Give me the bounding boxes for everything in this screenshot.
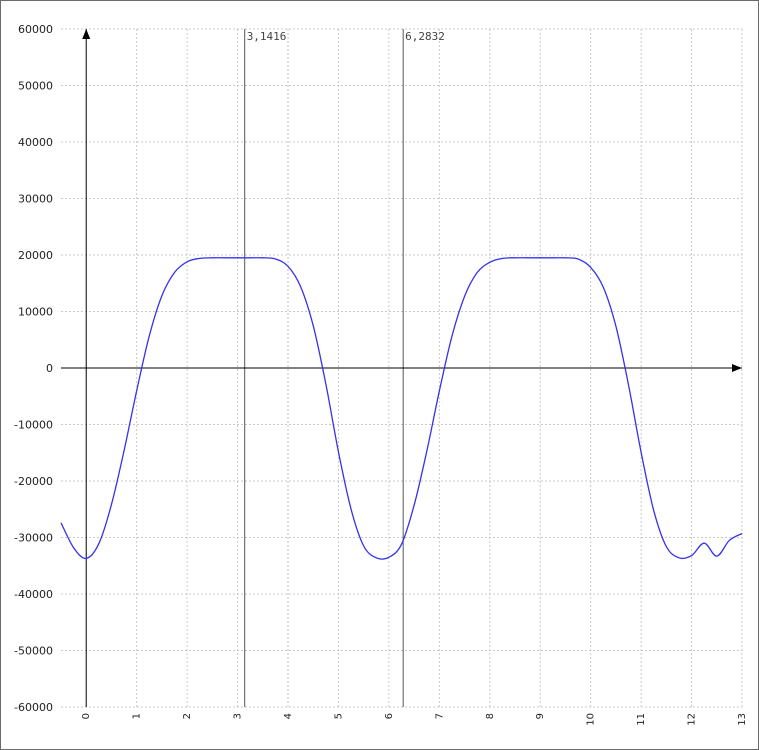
y-tick-label: 40000 bbox=[18, 136, 53, 149]
y-tick-label: 10000 bbox=[18, 306, 53, 319]
x-tick-label: 1 bbox=[132, 713, 143, 719]
y-tick-label: -50000 bbox=[14, 645, 53, 658]
y-tick-label: 20000 bbox=[18, 249, 53, 262]
x-tick-label: 9 bbox=[535, 713, 546, 719]
x-tick-label: 4 bbox=[283, 713, 294, 719]
y-tick-label: -20000 bbox=[14, 475, 53, 488]
x-tick-labels: 0 1 2 3 4 5 6 7 8 9 10 11 12 13 bbox=[81, 713, 748, 726]
x-tick-label: 5 bbox=[333, 713, 344, 719]
marker-label: 3,1416 bbox=[247, 30, 287, 43]
y-tick-label: 0 bbox=[46, 362, 53, 375]
x-tick-label: 2 bbox=[182, 713, 193, 719]
x-tick-label: 6 bbox=[384, 713, 395, 719]
y-tick-label: 50000 bbox=[18, 80, 53, 93]
x-tick-label: 3 bbox=[233, 713, 244, 719]
x-tick-label: 10 bbox=[586, 713, 597, 726]
x-tick-label: 13 bbox=[737, 713, 748, 726]
series bbox=[60, 257, 743, 560]
x-tick-label: 7 bbox=[434, 713, 445, 719]
y-tick-label: 30000 bbox=[18, 193, 53, 206]
y-tick-label: -10000 bbox=[14, 419, 53, 432]
axes bbox=[61, 29, 742, 707]
y-tick-label: 60000 bbox=[18, 23, 53, 36]
x-axis-arrow bbox=[732, 364, 742, 372]
y-tick-label: -60000 bbox=[14, 701, 53, 714]
marker-label: 6,2832 bbox=[405, 30, 445, 43]
y-axis-arrow bbox=[82, 29, 91, 39]
x-tick-label: 12 bbox=[687, 713, 698, 726]
line-chart: 3,1416 6,2832 600005000040000300002000010… bbox=[14, 23, 748, 726]
y-tick-label: -40000 bbox=[14, 588, 53, 601]
y-tick-labels: 60000 50000 40000 30000 20000 10000 0 -10000 -20… bbox=[14, 23, 53, 714]
x-tick-label: 0 bbox=[81, 713, 92, 719]
series-line bbox=[60, 257, 743, 560]
x-tick-label: 11 bbox=[636, 713, 647, 726]
x-tick-label: 8 bbox=[485, 713, 496, 719]
y-tick-label: -30000 bbox=[14, 532, 53, 545]
